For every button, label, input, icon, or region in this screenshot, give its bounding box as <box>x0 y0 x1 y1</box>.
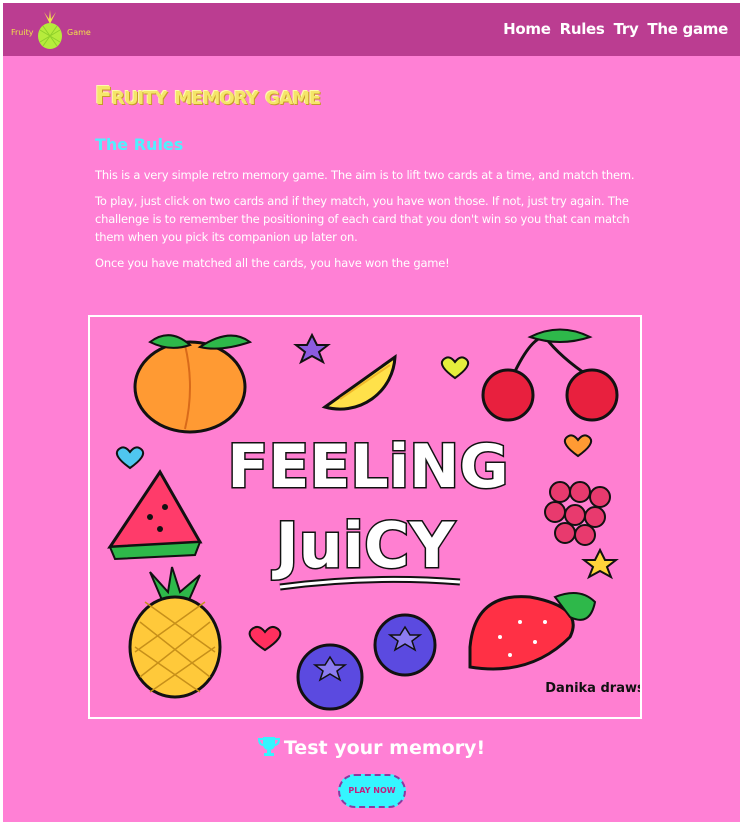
signature: Danika draws <box>545 681 640 696</box>
blueberry-icon <box>296 613 437 711</box>
nav-the-game[interactable]: The game <box>647 20 728 38</box>
page-title: Fruity memory game <box>95 81 321 110</box>
rules-paragraph: To play, just click on two cards and if … <box>95 194 630 244</box>
rules-heading: The Rules <box>95 135 184 154</box>
pineapple-logo-icon <box>38 10 62 49</box>
nav-home[interactable]: Home <box>503 20 551 38</box>
lemon-icon <box>321 353 397 411</box>
hero-text-feeling: FEELiNG <box>227 432 508 502</box>
rules-paragraph: Once you have matched all the cards, you… <box>95 256 450 270</box>
star-icon <box>581 547 619 580</box>
rules-paragraph: This is a very simple retro memory game.… <box>95 168 635 182</box>
logo-text-right: Game <box>67 28 91 37</box>
cherries-icon <box>481 328 619 422</box>
star-icon <box>293 332 331 365</box>
nav-links: Home Rules Try The game <box>503 20 728 38</box>
logo[interactable]: Fruity Game <box>11 10 95 50</box>
logo-text-left: Fruity <box>11 28 34 37</box>
raspberry-icon <box>544 481 611 546</box>
hero-text-juicy: JuiCY <box>272 509 456 582</box>
play-now-button[interactable]: PLAY NOW <box>338 774 406 808</box>
page: Fruity Game Home Rules Try The game Frui… <box>3 3 740 822</box>
heart-icon <box>248 626 282 652</box>
cta-line: Test your memory! <box>3 735 740 762</box>
navbar: Fruity Game Home Rules Try The game <box>3 3 740 56</box>
cta-text: Test your memory! <box>283 737 486 759</box>
peach-icon <box>133 334 253 434</box>
nav-try[interactable]: Try <box>614 20 639 38</box>
hero-image: FEELiNG JuiCY Danika draws <box>88 315 642 719</box>
nav-rules[interactable]: Rules <box>560 20 605 38</box>
heart-icon <box>115 446 145 470</box>
pineapple-icon <box>128 566 222 699</box>
trophy-icon <box>257 735 280 762</box>
watermelon-icon <box>107 469 203 561</box>
strawberry-icon <box>468 592 597 671</box>
heart-icon <box>563 434 593 458</box>
feeling-juicy-illustration: FEELiNG JuiCY Danika draws <box>107 328 640 711</box>
heart-icon <box>440 356 470 380</box>
rules-text: This is a very simple retro memory game.… <box>95 166 660 280</box>
